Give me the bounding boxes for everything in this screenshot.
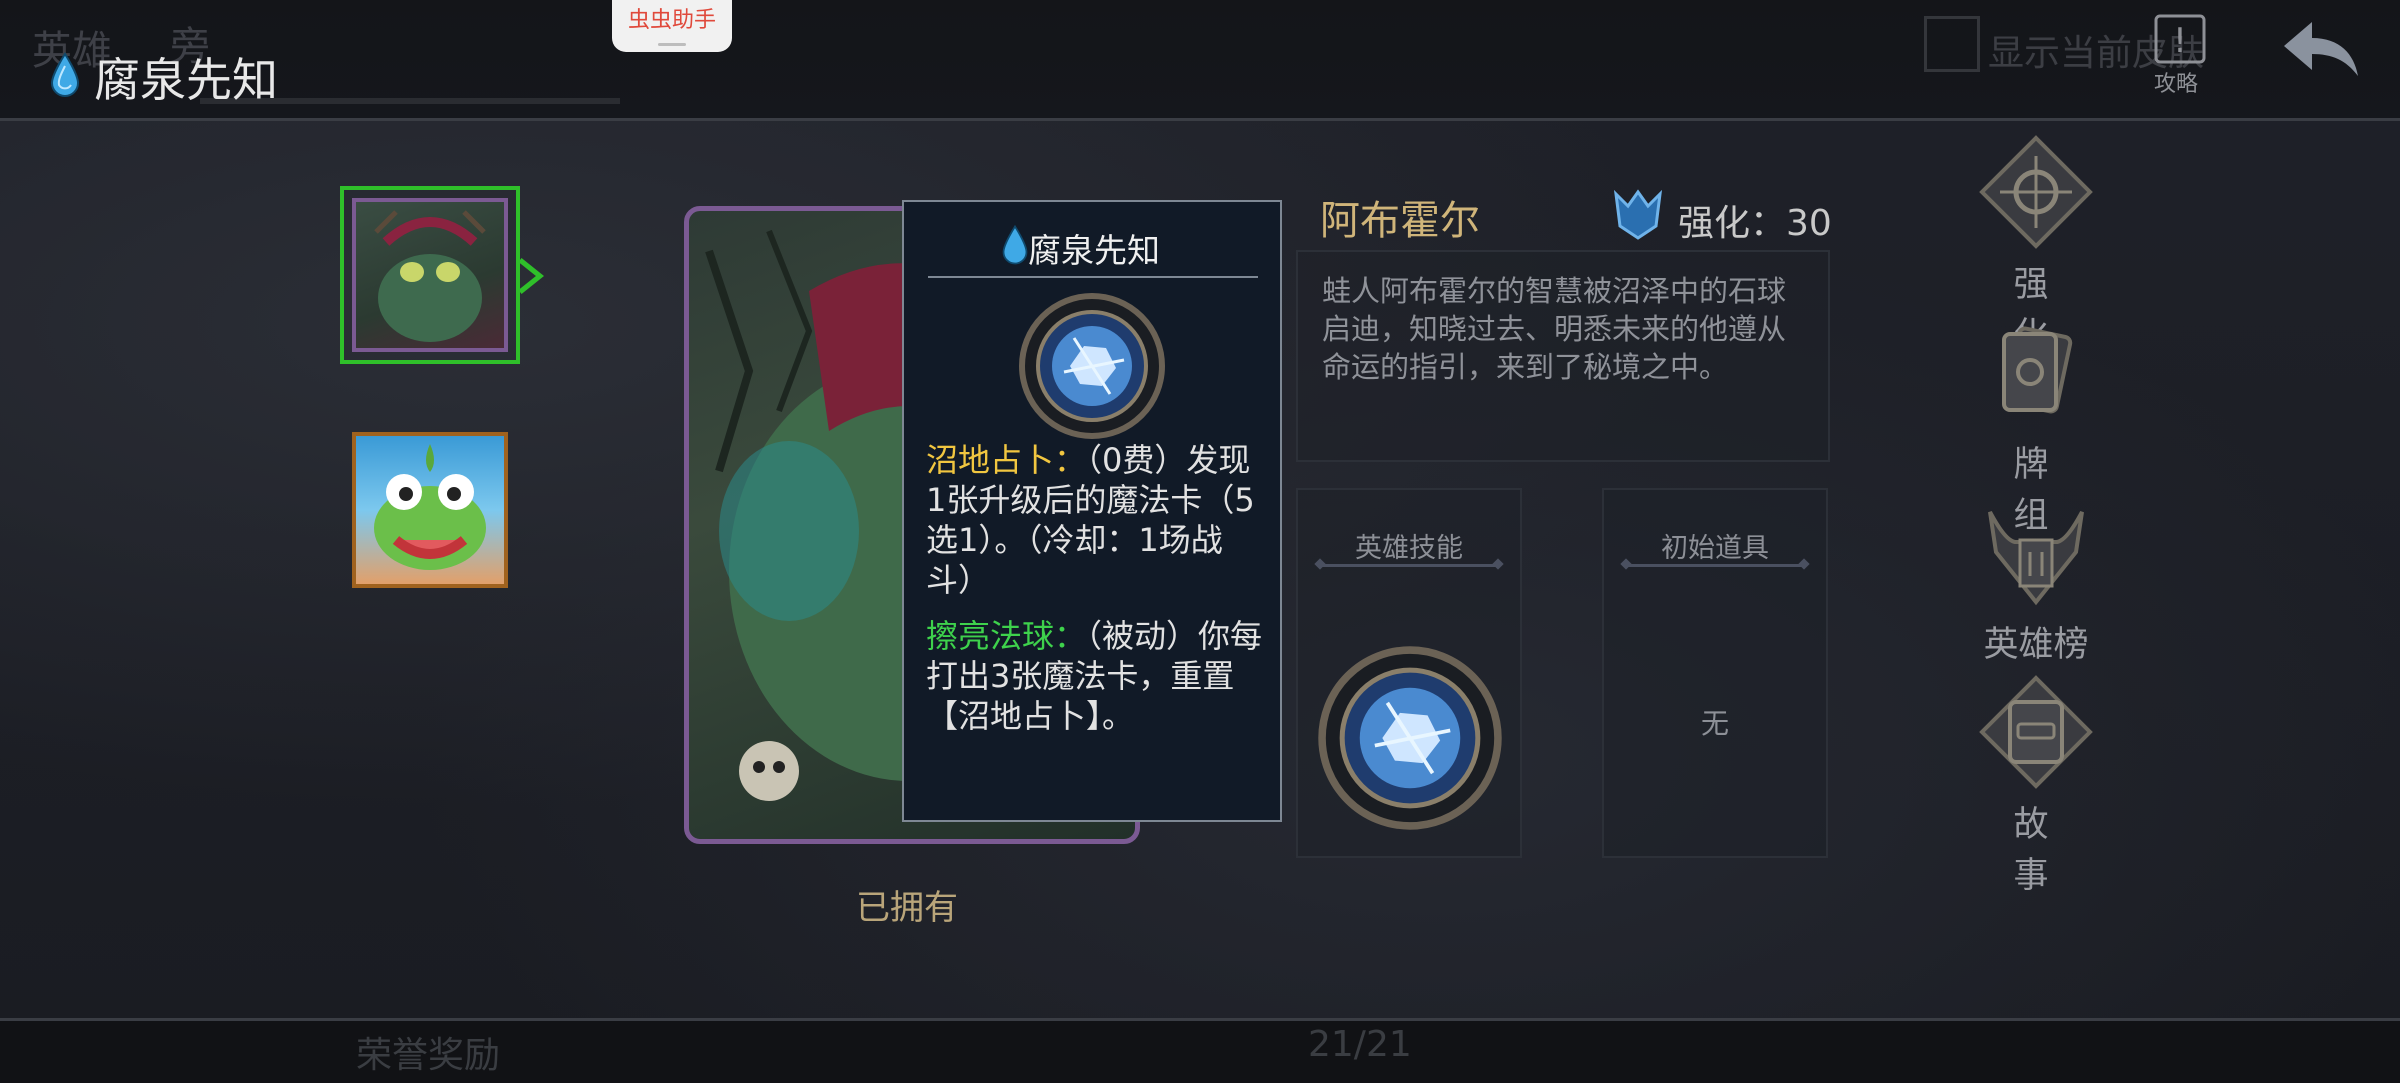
story-book-icon bbox=[1979, 675, 2093, 789]
show-skin-checkbox[interactable] bbox=[1924, 16, 1980, 72]
top-bar: 英雄 旁 腐泉先知 显示当前皮肤 ! 攻略 bbox=[0, 0, 2400, 121]
skill1-name: 沼地占卜： bbox=[926, 441, 1087, 479]
owned-status: 已拥有 bbox=[856, 888, 958, 928]
divider bbox=[1320, 564, 1498, 567]
hero-list-item-selected[interactable] bbox=[340, 186, 520, 364]
tooltip-body: 沼地占卜：（0费）发现1张升级后的魔法卡（5选1）。（冷却：1场战斗） 擦亮法球… bbox=[926, 440, 1266, 736]
starting-item-label: 初始道具 bbox=[1661, 533, 1769, 564]
strength-crest-icon bbox=[1610, 186, 1666, 246]
page-title: 腐泉先知 bbox=[94, 53, 278, 107]
svg-text:!: ! bbox=[2173, 21, 2187, 61]
starting-item-value: 无 bbox=[1700, 707, 1729, 740]
hero-skill-orb-button[interactable] bbox=[1312, 640, 1508, 836]
guide-book-icon: ! bbox=[2154, 14, 2206, 64]
hero-avatar-rot-prophet bbox=[352, 198, 508, 352]
strength-label: 强化：30 bbox=[1678, 203, 1832, 244]
divider bbox=[1626, 564, 1804, 567]
hero-name: 阿布霍尔 bbox=[1320, 198, 1480, 244]
compass-icon bbox=[1979, 135, 2093, 249]
side-button-leaderboard[interactable]: 英雄榜 bbox=[1976, 492, 2096, 667]
skill-tooltip: 腐泉先知 沼地占卜：（0费）发现1张升级后的魔法卡（5选1）。（冷却：1场战斗）… bbox=[902, 200, 1282, 822]
side-button-story[interactable]: 故 事 bbox=[1976, 672, 2096, 898]
water-drop-icon bbox=[48, 52, 82, 102]
back-arrow-icon bbox=[2284, 22, 2358, 76]
hero-description-box: 蛙人阿布霍尔的智慧被沼泽中的石球启迪，知晓过去、明悉未来的他遵从命运的指引，来到… bbox=[1296, 250, 1830, 462]
side-label-leaderboard: 英雄榜 bbox=[1983, 625, 2089, 665]
page-counter: 21/21 bbox=[1308, 1024, 1412, 1065]
guide-button[interactable]: ! 攻略 bbox=[2150, 12, 2210, 97]
starting-item-panel: 初始道具 无 bbox=[1602, 488, 1828, 858]
side-label-story: 故 事 bbox=[2013, 805, 2104, 896]
helper-tab[interactable]: 虫虫助手 bbox=[612, 0, 732, 52]
hero-list-item-2[interactable] bbox=[352, 432, 508, 588]
hero-avatar-frog-2 bbox=[374, 444, 486, 570]
crystal-orb-icon bbox=[1014, 288, 1170, 444]
guide-label: 攻略 bbox=[2154, 72, 2199, 97]
tooltip-divider bbox=[928, 276, 1258, 278]
card-deck-icon bbox=[2002, 326, 2073, 414]
back-button[interactable] bbox=[2280, 14, 2364, 84]
hero-skill-label: 英雄技能 bbox=[1355, 533, 1463, 564]
tooltip-title: 腐泉先知 bbox=[1028, 231, 1160, 270]
skill2-name: 擦亮法球： bbox=[926, 617, 1087, 655]
selected-chevron-icon bbox=[518, 258, 545, 294]
hero-skill-panel: 英雄技能 bbox=[1296, 488, 1522, 858]
crystal-orb-icon bbox=[1318, 646, 1502, 830]
horned-helmet-icon bbox=[1988, 511, 2084, 606]
hero-description: 蛙人阿布霍尔的智慧被沼泽中的石球启迪，知晓过去、明悉未来的他遵从命运的指引，来到… bbox=[1322, 274, 1787, 384]
honor-rewards-button[interactable]: 荣誉奖励 bbox=[356, 1026, 500, 1078]
